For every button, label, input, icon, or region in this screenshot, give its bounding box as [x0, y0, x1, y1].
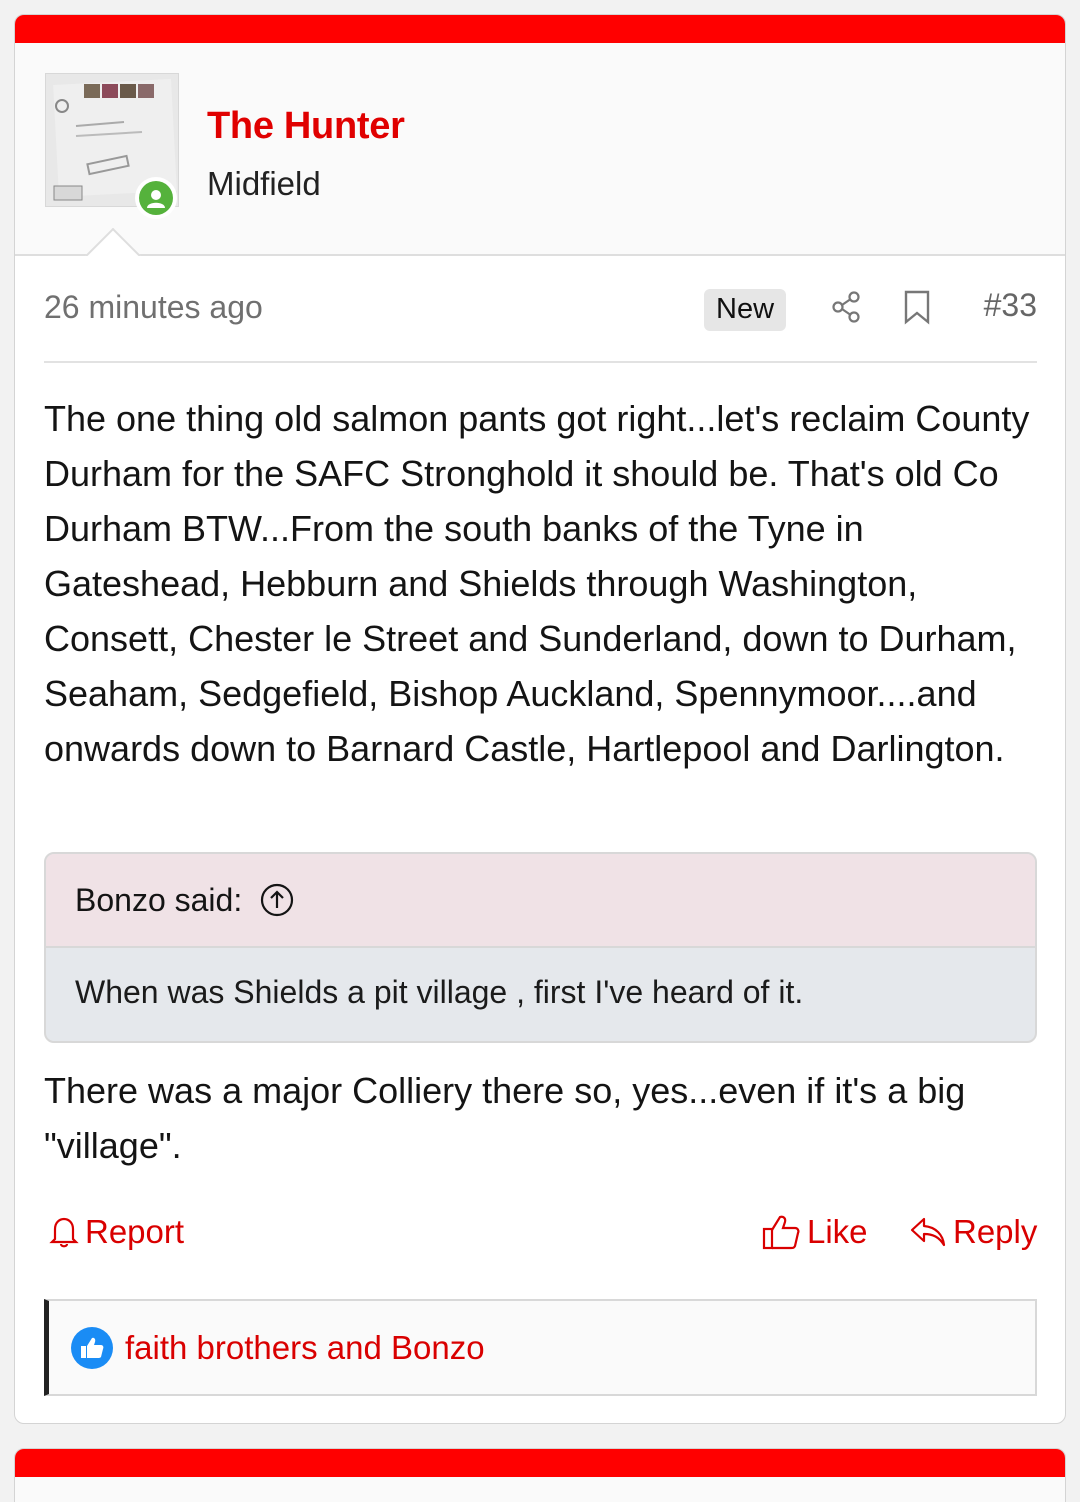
username[interactable]: The Hunter [207, 105, 405, 148]
report-button[interactable]: Report [49, 1213, 184, 1251]
online-user-icon [147, 190, 165, 208]
reaction-users-link[interactable]: faith brothers and Bonzo [125, 1329, 485, 1367]
like-label: Like [807, 1213, 868, 1250]
like-button[interactable]: Like [761, 1213, 868, 1251]
next-post [14, 1448, 1066, 1502]
quote-header: Bonzo said: [46, 854, 1035, 948]
arrow-up-circle-icon[interactable] [260, 883, 294, 917]
user-title: Midfield [207, 165, 321, 202]
forum-post: The Hunter Midfield 26 minutes ago New #… [14, 14, 1066, 1424]
new-badge: New [704, 289, 787, 331]
post-meta-row: 26 minutes ago New #33 [44, 285, 1037, 363]
reply-icon [910, 1217, 946, 1247]
share-icon[interactable] [826, 287, 866, 327]
post-number[interactable]: #33 [984, 287, 1037, 324]
arrow-notch [85, 228, 141, 256]
report-label: Report [85, 1213, 185, 1250]
post-accent-bar [15, 15, 1065, 43]
next-post-accent-bar [15, 1449, 1065, 1477]
quote-block: Bonzo said: When was Shields a pit villa… [44, 852, 1037, 1043]
thumbs-up-icon [762, 1215, 800, 1250]
post-timestamp[interactable]: 26 minutes ago [44, 289, 263, 326]
bell-icon [49, 1217, 79, 1248]
like-reaction-icon [71, 1326, 113, 1369]
reply-label: Reply [953, 1213, 1038, 1250]
bookmark-icon[interactable] [897, 287, 937, 327]
reply-button[interactable]: Reply [909, 1213, 1037, 1251]
quote-text: When was Shields a pit village , first I… [75, 974, 804, 1010]
user-block: The Hunter Midfield [15, 43, 1065, 256]
post-body-text: The one thing old salmon pants got right… [44, 398, 1030, 769]
online-status-badge [135, 177, 177, 219]
reply-text: There was a major Colliery there so, yes… [44, 1070, 966, 1166]
reactions-bar: faith brothers and Bonzo [44, 1299, 1037, 1396]
quote-author: Bonzo said: [75, 881, 243, 918]
